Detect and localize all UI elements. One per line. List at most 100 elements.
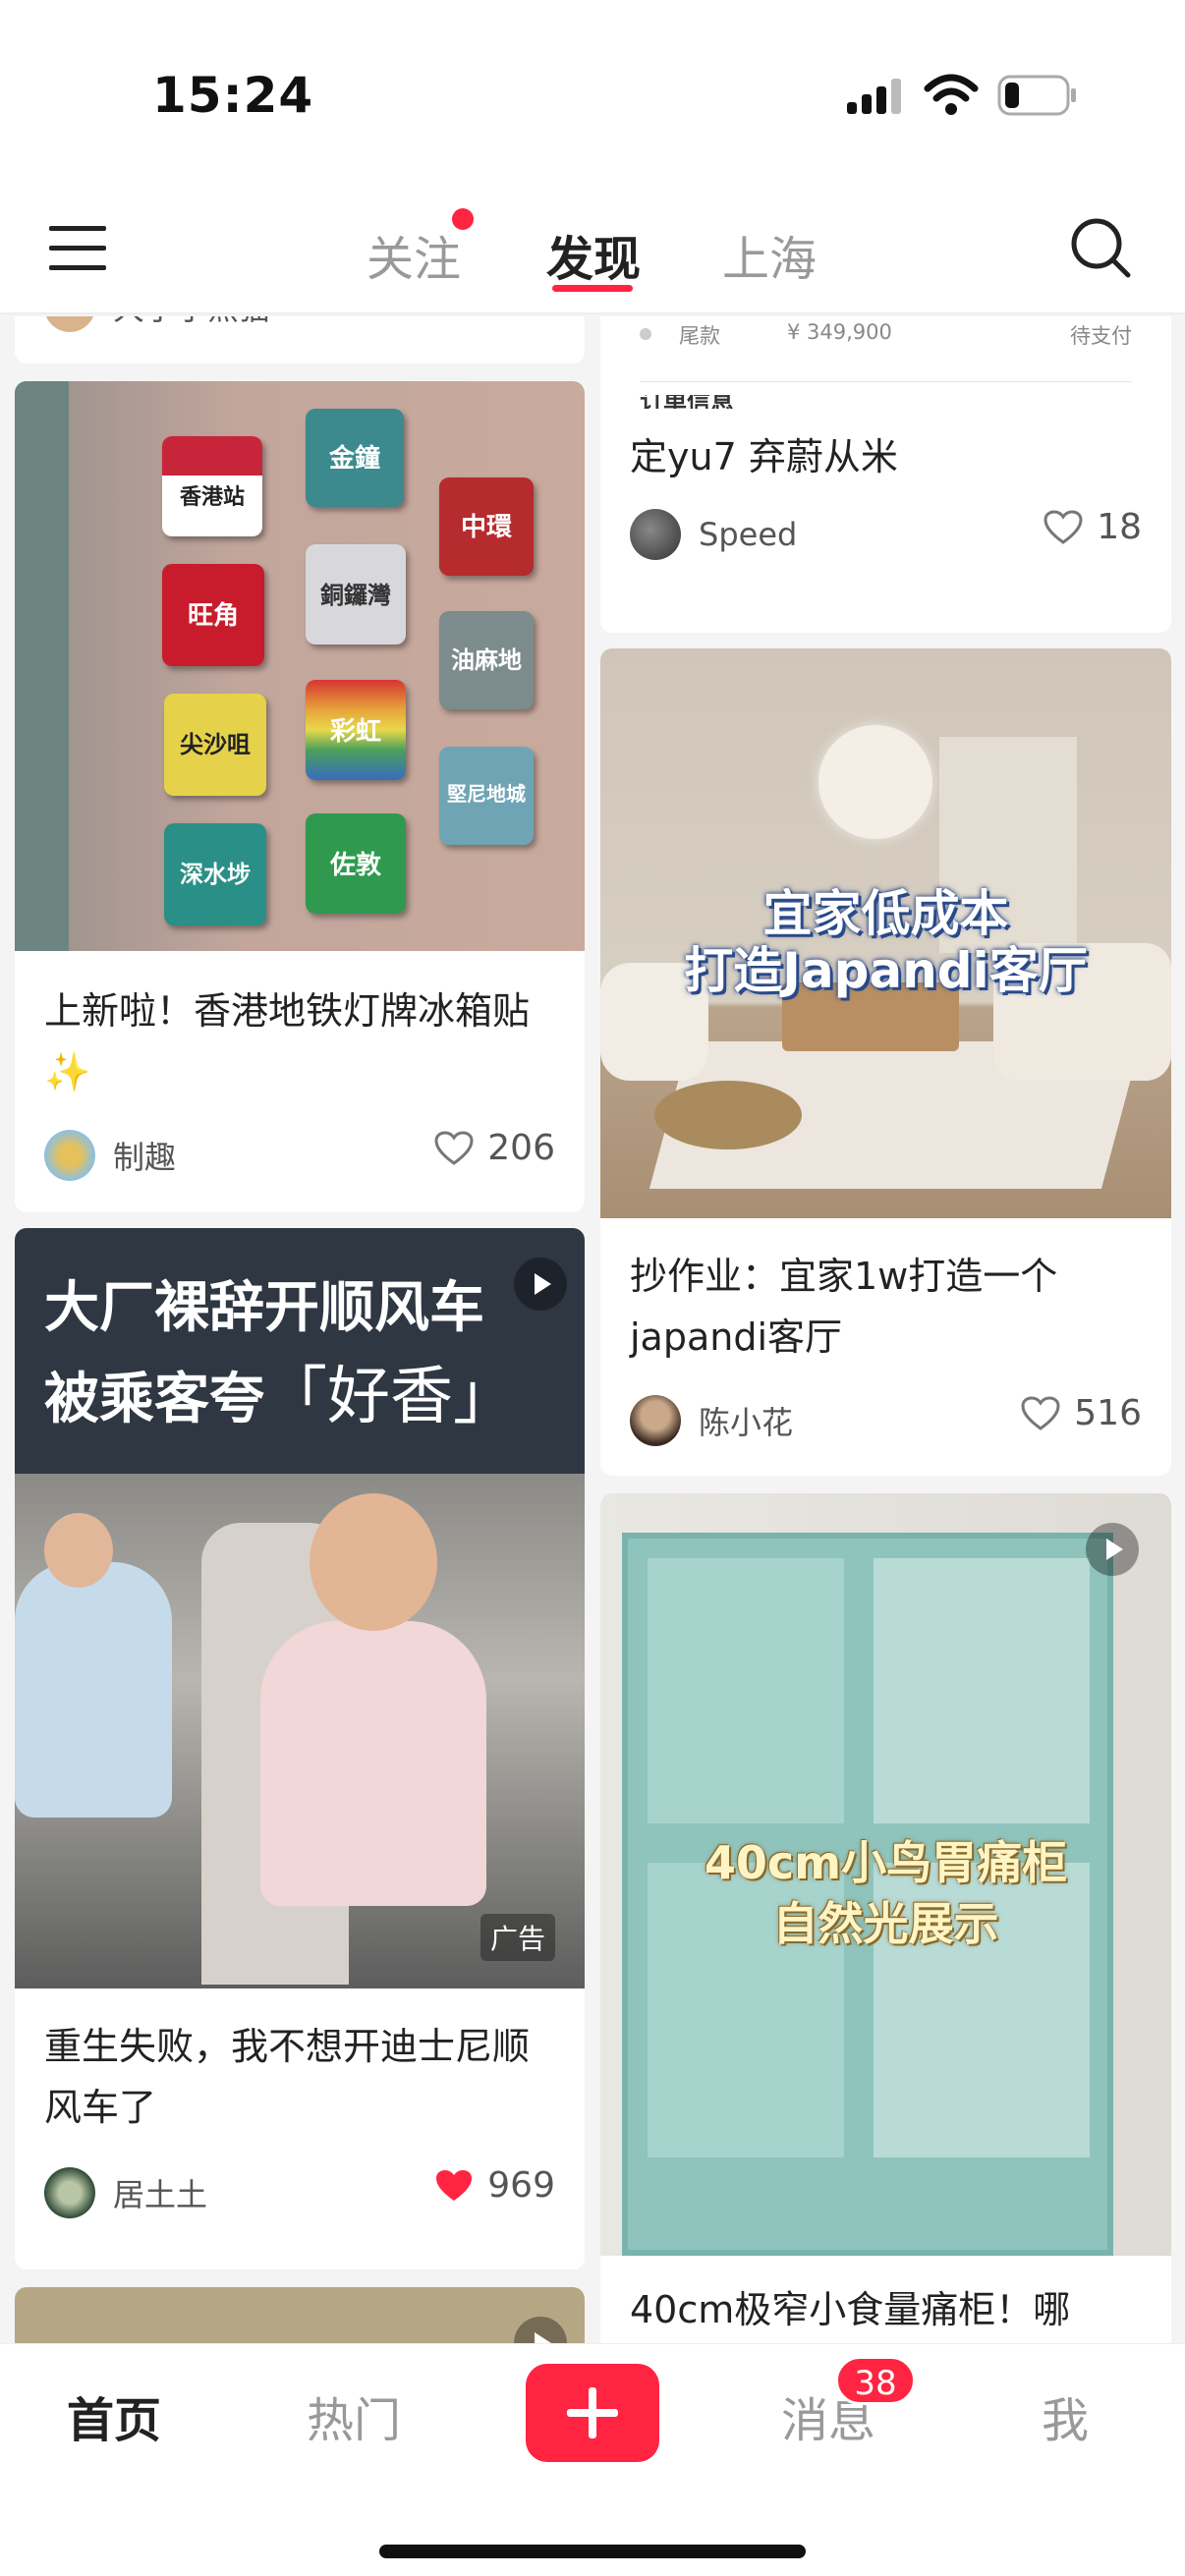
ad-badge: 广告	[480, 1914, 555, 1961]
status-bar: 15:24	[0, 0, 1185, 187]
mtr-sign: 金鐘	[306, 409, 404, 507]
like-button[interactable]: 18	[1044, 507, 1142, 547]
wifi-icon	[924, 74, 979, 115]
card-author[interactable]: 大小小熊猫	[44, 316, 270, 332]
like-button[interactable]: 162	[434, 316, 555, 317]
video-play-icon	[514, 2317, 567, 2343]
search-icon[interactable]	[1069, 216, 1134, 281]
like-button[interactable]: 206	[434, 1128, 555, 1168]
paper-lamp	[818, 725, 932, 839]
tab-discover[interactable]: 发现	[546, 220, 641, 289]
driver	[260, 1621, 486, 1906]
sign-label: 中環	[460, 513, 512, 542]
author-name: Speed	[699, 516, 798, 553]
card-author[interactable]: Speed	[630, 509, 797, 560]
overlay-text-prefix: 被乘客夸	[44, 1368, 264, 1431]
nav-me[interactable]: 我	[1042, 2381, 1089, 2450]
overlay-text-line1: 大厂裸辞开顺风车	[44, 1276, 484, 1340]
bullet-dot	[640, 328, 651, 340]
heart-icon	[1021, 1395, 1060, 1430]
passenger-head	[44, 1513, 113, 1588]
video-play-icon	[1086, 1523, 1139, 1576]
card-title[interactable]: 上新啦！香港地铁灯牌冰箱贴✨	[44, 980, 555, 1102]
mtr-sign: 堅尼地城	[439, 747, 534, 845]
mtr-sign: 尖沙咀	[164, 694, 266, 796]
author-name: 制趣	[113, 1139, 177, 1176]
glass-panel	[874, 1558, 1090, 1823]
feed-card-ad[interactable]: 大厂裸辞开顺风车 被乘客夸「好香」 广告 重生失败，我不想开迪士尼顺风车了 居土…	[15, 1228, 585, 2269]
mtr-sign: 香港站	[162, 436, 262, 536]
mtr-sign: 油麻地	[439, 611, 534, 709]
card-author[interactable]: 陈小花	[630, 1395, 793, 1446]
mtr-sign: 旺角	[162, 564, 264, 666]
feed-card-partial-left[interactable]: 大小小熊猫 162	[15, 316, 585, 364]
feed-card-japandi[interactable]: 宜家低成本 打造Japandi客厅 抄作业：宜家1w打造一个japandi客厅 …	[600, 648, 1171, 1476]
nav-hot[interactable]: 热门	[307, 2381, 401, 2450]
overlay-text-line2: 被乘客夸「好香」	[44, 1346, 516, 1436]
mtr-sign: 中環	[439, 477, 534, 576]
mtr-sign: 深水埗	[164, 823, 266, 925]
card-author[interactable]: 制趣	[44, 1130, 176, 1181]
like-count: 969	[487, 2165, 555, 2206]
card-image: 香港站 金鐘 中環 旺角 銅鑼灣 油麻地 尖沙咀 彩虹 堅尼地城 深水埗 佐敦	[15, 381, 585, 951]
active-tab-indicator	[552, 285, 633, 292]
like-count: 206	[487, 1128, 555, 1168]
order-row-label: 尾款	[679, 324, 720, 348]
feed-card-partial-bottom[interactable]: 麻辣的麻椒	[15, 2287, 585, 2343]
sign-label: 深水埗	[180, 861, 251, 888]
card-title[interactable]: 40cm极窄小食量痛柜！哪	[630, 2279, 1142, 2340]
video-play-icon	[514, 1258, 567, 1311]
avatar	[44, 2167, 95, 2218]
card-title[interactable]: 重生失败，我不想开迪士尼顺风车了	[44, 2016, 555, 2138]
sign-label: 尖沙咀	[180, 731, 251, 758]
sign-label: 旺角	[187, 601, 239, 631]
sign-label: 金鐘	[328, 444, 380, 474]
driver-head	[310, 1493, 437, 1631]
card-image: 宜家低成本 打造Japandi客厅	[600, 648, 1171, 1218]
mtr-sign: 佐敦	[306, 813, 406, 914]
nav-home[interactable]: 首页	[67, 2381, 161, 2450]
tab-follow[interactable]: 关注	[367, 220, 461, 289]
sign-label: 油麻地	[451, 646, 522, 674]
feed-card-mtr-magnets[interactable]: 香港站 金鐘 中環 旺角 銅鑼灣 油麻地 尖沙咀 彩虹 堅尼地城 深水埗 佐敦 …	[15, 381, 585, 1212]
tab-city[interactable]: 上海	[722, 220, 817, 289]
order-section-label: 订单信息	[640, 395, 734, 409]
card-image: 40cm小鸟胃痛柜 自然光展示	[600, 1493, 1171, 2256]
menu-icon[interactable]	[49, 224, 108, 273]
feed-card-order[interactable]: 尾款 ¥ 349,900 待支付 订单信息 定yu7 弃蔚从米 Speed 18	[600, 316, 1171, 633]
card-title[interactable]: 定yu7 弃蔚从米	[630, 426, 1142, 487]
mtr-sign: 彩虹	[306, 680, 406, 780]
like-count: 18	[1097, 507, 1142, 547]
overlay-text: 麻辣的麻椒	[25, 2324, 398, 2343]
sign-label: 彩虹	[329, 717, 381, 747]
mtr-sign: 銅鑼灣	[306, 544, 406, 644]
avatar	[630, 509, 681, 560]
like-button[interactable]: 969	[434, 2165, 555, 2206]
follow-notification-dot	[452, 208, 474, 230]
bottom-nav: 首页 热门 消息 38 我	[0, 2343, 1185, 2576]
heart-filled-icon	[436, 2169, 473, 2201]
overlay-text-line1: 40cm小鸟胃痛柜	[704, 1836, 1068, 1889]
glass-panel	[648, 1558, 844, 1823]
like-count: 162	[487, 316, 555, 317]
plus-icon	[567, 2387, 618, 2438]
feed-card-cabinet[interactable]: 40cm小鸟胃痛柜 自然光展示 40cm极窄小食量痛柜！哪	[600, 1493, 1171, 2343]
feed[interactable]: 大小小熊猫 162 尾款 ¥ 349,900 待支付 订单信息 定yu7 弃蔚从…	[0, 316, 1185, 2343]
sign-label: 佐敦	[329, 851, 381, 880]
card-image: 大厂裸辞开顺风车 被乘客夸「好香」 广告	[15, 1228, 585, 1988]
add-post-button[interactable]	[526, 2364, 659, 2462]
passenger	[15, 1562, 172, 1818]
video-frame	[15, 1474, 585, 1988]
card-author[interactable]: 居土土	[44, 2167, 207, 2218]
heart-icon	[434, 1130, 474, 1165]
status-time: 15:24	[152, 67, 314, 124]
card-title[interactable]: 抄作业：宜家1w打造一个japandi客厅	[630, 1246, 1142, 1368]
sign-label: 香港站	[179, 485, 245, 510]
home-indicator[interactable]	[379, 2545, 806, 2558]
like-button[interactable]: 516	[1021, 1393, 1142, 1433]
card-image: 尾款 ¥ 349,900 待支付 订单信息	[600, 316, 1171, 409]
messages-count-badge: 38	[835, 2356, 916, 2405]
order-row-amount: ¥ 349,900	[787, 320, 892, 344]
overlay-text-line2: 打造Japandi客厅	[684, 942, 1088, 999]
avatar	[630, 1395, 681, 1446]
